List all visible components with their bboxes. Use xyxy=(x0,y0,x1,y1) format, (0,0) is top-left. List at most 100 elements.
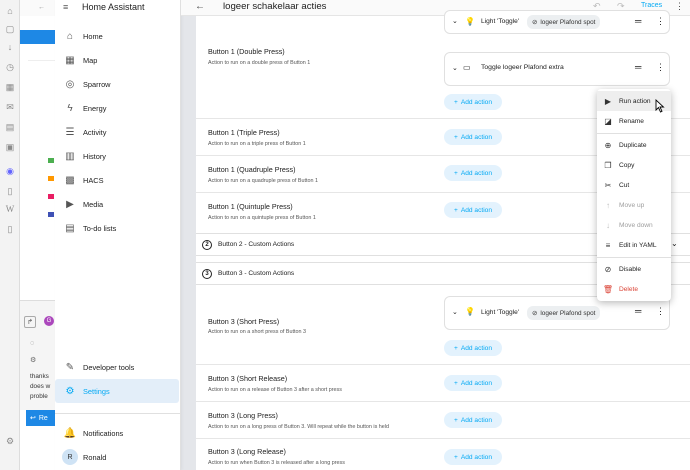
reply-button[interactable]: ↩ Re xyxy=(26,410,58,426)
action-name: Light 'Toggle' xyxy=(481,18,520,25)
sidebar-item-user[interactable]: R Ronald xyxy=(55,445,181,469)
home-icon[interactable]: ⌂ xyxy=(5,6,15,16)
expand-icon[interactable]: ⌄ xyxy=(452,64,458,72)
more-vert-icon[interactable]: ⋮ xyxy=(656,306,665,317)
sidebar-item-notifications[interactable]: 🔔 Notifications xyxy=(55,421,181,445)
file-icon[interactable]: ▯ xyxy=(5,224,15,234)
calendar-icon[interactable]: ▦ xyxy=(5,82,15,92)
chevron-down-icon[interactable]: ⌄ xyxy=(671,239,678,248)
mastodon-icon[interactable]: ◉ xyxy=(5,166,15,176)
row-title: Button 1 (Quadruple Press) xyxy=(208,165,296,174)
add-action-button[interactable]: + Add action xyxy=(444,412,502,428)
sidebar-item-home[interactable]: ⌂ Home xyxy=(55,24,181,48)
group-label: Button 3 - Custom Actions xyxy=(218,270,295,277)
menu-item-move-down[interactable]: ↓ Move down xyxy=(597,215,671,235)
note-icon[interactable]: ▣ xyxy=(5,142,15,152)
scissors-icon: ✂ xyxy=(604,180,612,190)
bag-icon[interactable]: ▤ xyxy=(5,122,15,132)
arrow-up-icon: ↑ xyxy=(606,200,610,210)
activity-icon: ☰ xyxy=(65,126,75,138)
share-icon[interactable]: ↱ xyxy=(24,316,36,328)
bookmark-icon[interactable]: ▢ xyxy=(5,24,15,34)
menu-item-copy[interactable]: ❐ Copy xyxy=(597,155,671,175)
add-action-button[interactable]: + Add action xyxy=(444,449,502,465)
target-chip[interactable]: ⊘ logeer Plafond spot xyxy=(527,15,601,29)
target-chip[interactable]: ⊘ logeer Plafond spot xyxy=(527,306,601,320)
gear-icon[interactable]: ⚙ xyxy=(30,356,36,364)
action-context-menu: ▶ Run action ◪ Rename ⊕ Duplicate ❐ Copy ✂ Cu… xyxy=(597,89,671,301)
lightbulb-icon: 💡 xyxy=(465,17,475,26)
traces-button[interactable]: Traces xyxy=(641,2,662,9)
download-icon[interactable]: ↓ xyxy=(5,42,15,52)
add-action-button[interactable]: + Add action xyxy=(444,202,502,218)
device-icon: ▭ xyxy=(463,63,471,72)
menu-item-edit-yaml[interactable]: ≡ Edit in YAML xyxy=(597,235,671,255)
reply-icon: ↩ xyxy=(30,415,36,422)
menu-item-move-up[interactable]: ↑ Move up xyxy=(597,195,671,215)
menu-item-duplicate[interactable]: ⊕ Duplicate xyxy=(597,135,671,155)
more-vert-icon[interactable]: ⋮ xyxy=(656,62,665,73)
sidebar-item-media[interactable]: ▶ Media xyxy=(55,192,181,216)
sidebar-item-hacs[interactable]: ▩ HACS xyxy=(55,168,181,192)
drag-handle-icon[interactable]: ═ xyxy=(635,62,641,72)
sidebar-item-sparrow[interactable]: ◎ Sparrow xyxy=(55,72,181,96)
chat-icon[interactable]: ◌ xyxy=(30,340,34,347)
action-card[interactable]: ⌄ ▭ Toggle logeer Plafond extra ═ ⋮ xyxy=(444,52,670,86)
menu-item-rename[interactable]: ◪ Rename xyxy=(597,111,671,131)
avatar: G xyxy=(44,316,54,326)
mail-icon[interactable]: ✉ xyxy=(5,102,15,112)
edit-yaml-icon: ≡ xyxy=(605,240,611,250)
action-name: Light 'Toggle' xyxy=(481,309,520,316)
background-app: ← ↱ G ◌ ⚙ thanks does w proble ↩ Re xyxy=(20,0,58,470)
plus-icon: + xyxy=(453,379,458,387)
drag-handle-icon[interactable]: ═ xyxy=(635,306,641,316)
menu-collapse-icon[interactable]: ≡ xyxy=(63,2,68,12)
browser-sidebar: ⌂ ▢ ↓ ◷ ▦ ✉ ▤ ▣ ◉ ▯ W ▯ ⚙ xyxy=(0,0,20,470)
sidebar-item-todo[interactable]: ▤ To-do lists xyxy=(55,216,181,240)
add-action-button[interactable]: + Add action xyxy=(444,94,502,110)
sidebar-item-energy[interactable]: ϟ Energy xyxy=(55,96,181,120)
row-title: Button 3 (Long Release) xyxy=(208,447,286,456)
bell-icon: 🔔 xyxy=(63,427,77,439)
plus-icon: + xyxy=(453,453,458,461)
sidebar-item-settings[interactable]: ⚙ Settings xyxy=(55,379,179,403)
more-vert-icon[interactable]: ⋮ xyxy=(675,1,684,12)
back-arrow-icon[interactable]: ← xyxy=(195,1,205,12)
doc-icon[interactable]: ▯ xyxy=(5,186,15,196)
menu-item-disable[interactable]: ⊘ Disable xyxy=(597,259,671,279)
action-card[interactable]: ⌄ 💡 Light 'Toggle' ⊘ logeer Plafond spot … xyxy=(444,296,670,330)
add-action-button[interactable]: + Add action xyxy=(444,129,502,145)
sidebar-item-history[interactable]: ▥ History xyxy=(55,144,181,168)
todo-icon: ▤ xyxy=(65,222,75,234)
sidebar-item-map[interactable]: ▦ Map xyxy=(55,48,181,72)
sparrow-icon: ◎ xyxy=(65,78,75,90)
row-subtitle: Action to run on a triple press of Butto… xyxy=(208,141,306,147)
drag-handle-icon[interactable]: ═ xyxy=(635,16,641,26)
row-subtitle: Action to run on a release of Button 3 a… xyxy=(208,387,342,393)
add-action-button[interactable]: + Add action xyxy=(444,340,502,356)
settings-icon[interactable]: ⚙ xyxy=(5,436,15,446)
menu-item-cut[interactable]: ✂ Cut xyxy=(597,175,671,195)
disable-icon: ⊘ xyxy=(604,264,612,274)
row-title: Button 3 (Long Press) xyxy=(208,411,278,420)
arrow-down-icon: ↓ xyxy=(606,220,610,230)
wikipedia-icon[interactable]: W xyxy=(5,204,15,214)
add-action-button[interactable]: + Add action xyxy=(444,165,502,181)
row-subtitle: Action to run on a quadruple press of Bu… xyxy=(208,178,318,184)
more-vert-icon[interactable]: ⋮ xyxy=(656,16,665,27)
chat-text: thanks does w proble xyxy=(30,373,51,400)
divider xyxy=(597,133,671,134)
sidebar-item-developer-tools[interactable]: ✎ Developer tools xyxy=(55,355,181,379)
rename-icon: ◪ xyxy=(604,116,612,126)
wrench-icon: ✎ xyxy=(65,361,75,373)
menu-item-delete[interactable]: 🗑 Delete xyxy=(597,279,671,299)
history-icon[interactable]: ◷ xyxy=(5,62,15,72)
back-arrow-icon[interactable]: ← xyxy=(38,4,45,11)
action-card[interactable]: ⌄ 💡 Light 'Toggle' ⊘ logeer Plafond spot … xyxy=(444,10,670,34)
sidebar-item-activity[interactable]: ☰ Activity xyxy=(55,120,181,144)
plus-icon: + xyxy=(453,206,458,214)
add-action-button[interactable]: + Add action xyxy=(444,375,502,391)
expand-icon[interactable]: ⌄ xyxy=(452,308,458,316)
expand-icon[interactable]: ⌄ xyxy=(452,17,458,25)
row-subtitle: Action to run on a short press of Button… xyxy=(208,329,306,335)
